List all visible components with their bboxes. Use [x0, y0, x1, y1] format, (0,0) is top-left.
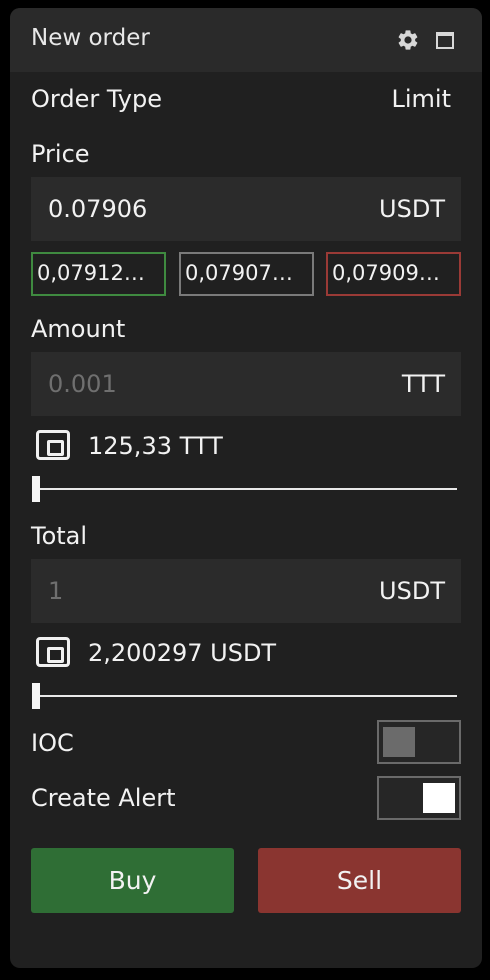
quick-price-ask[interactable]: 0,07909… [326, 252, 461, 296]
buy-button[interactable]: Buy [31, 848, 234, 913]
create-alert-toggle[interactable] [377, 776, 461, 820]
total-field: USDT [31, 559, 461, 623]
create-alert-toggle-knob [423, 783, 455, 813]
ioc-toggle-knob [383, 727, 415, 757]
quick-price-last[interactable]: 0,07907… [179, 252, 314, 296]
price-unit: USDT [379, 195, 445, 223]
create-alert-label: Create Alert [31, 784, 176, 812]
amount-label: Amount [31, 315, 126, 343]
new-order-panel: New order Order Type Limit Price USDT 0,… [10, 8, 482, 968]
amount-field: TTT [31, 352, 461, 416]
ioc-toggle[interactable] [377, 720, 461, 764]
total-slider-track[interactable] [36, 695, 457, 697]
total-input[interactable] [31, 559, 351, 623]
price-label: Price [31, 140, 90, 168]
amount-balance: 125,33 TTT [88, 432, 223, 460]
total-label: Total [31, 522, 88, 550]
panel-title: New order [31, 25, 150, 51]
total-unit: USDT [379, 577, 445, 605]
amount-input[interactable] [31, 352, 351, 416]
price-field: USDT [31, 177, 461, 241]
wallet-icon [36, 637, 70, 667]
maximize-icon[interactable] [436, 32, 454, 49]
price-input[interactable] [31, 177, 351, 241]
total-slider-thumb[interactable] [32, 683, 40, 709]
quick-price-bid[interactable]: 0,07912… [31, 252, 166, 296]
ioc-label: IOC [31, 729, 74, 757]
amount-slider-track[interactable] [36, 488, 457, 490]
wallet-icon [36, 430, 70, 460]
amount-unit: TTT [401, 370, 445, 398]
order-type-label: Order Type [31, 85, 162, 113]
sell-button[interactable]: Sell [258, 848, 461, 913]
gear-icon[interactable] [396, 28, 420, 52]
amount-slider-thumb[interactable] [32, 476, 40, 502]
total-balance: 2,200297 USDT [88, 639, 277, 667]
panel-header: New order [10, 8, 482, 72]
order-type-value[interactable]: Limit [392, 85, 452, 113]
